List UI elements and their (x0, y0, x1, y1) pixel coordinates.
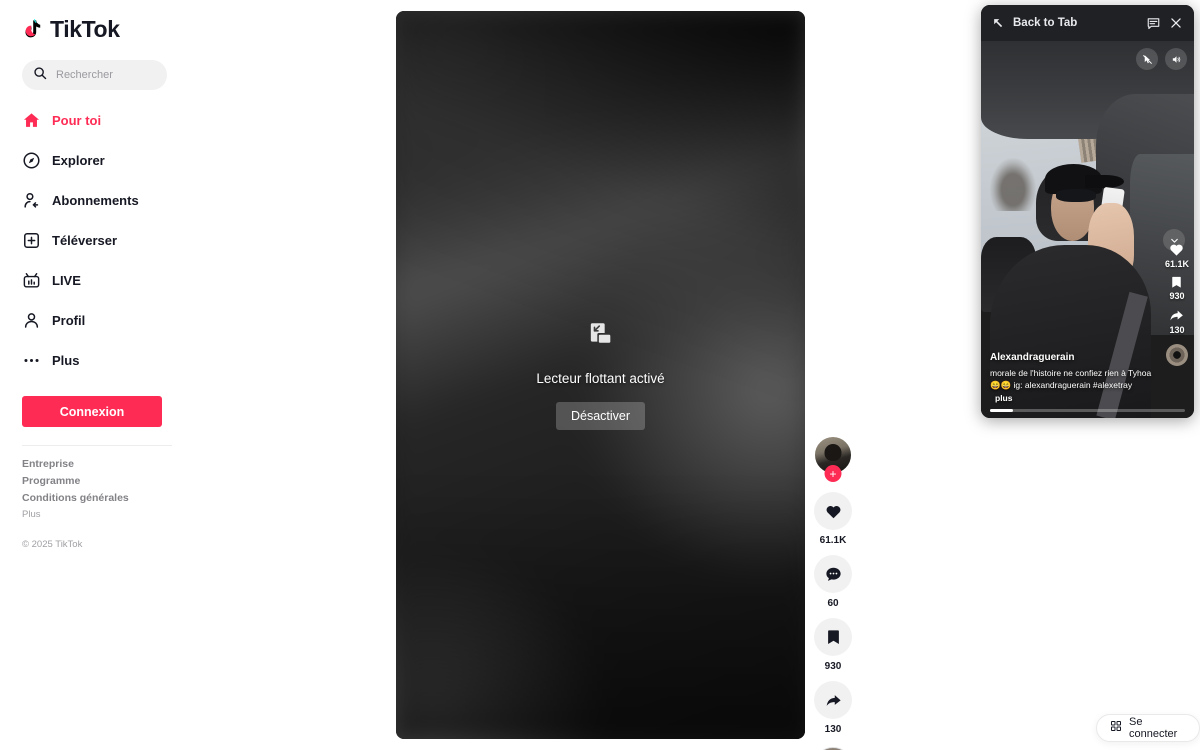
live-icon (22, 271, 41, 290)
pip-share-action[interactable]: 130 (1168, 307, 1185, 335)
pip-favorite-count: 930 (1169, 291, 1185, 301)
login-button[interactable]: Connexion (22, 396, 162, 427)
comment-count: 60 (827, 598, 839, 609)
floating-player-overlay: Lecteur flottant activé Désactiver (396, 11, 805, 739)
pip-caption: Alexandraguerain morale de l'histoire ne… (981, 352, 1194, 404)
sidebar-item-plus[interactable]: Plus (12, 344, 228, 376)
comment-action[interactable]: 60 (814, 555, 852, 609)
picture-in-picture-icon (588, 320, 614, 351)
sidebar-item-label: Plus (52, 352, 80, 368)
pointer-disabled-icon[interactable] (1136, 48, 1158, 70)
pip-share-count: 130 (1169, 325, 1185, 335)
logo-text: TikTok (50, 15, 120, 42)
pip-like-count: 61.1K (1164, 259, 1189, 269)
qr-code-icon (1110, 719, 1122, 737)
sidebar-item-live[interactable]: LIVE (12, 264, 228, 296)
floating-player-message: Lecteur flottant activé (536, 371, 665, 386)
pip-progress-fill (990, 409, 1014, 412)
sidebar-item-label: LIVE (52, 272, 81, 288)
share-action[interactable]: 130 (814, 681, 852, 735)
pip-action-rail: 61.1K 930 130 (1165, 241, 1189, 366)
qr-login-button[interactable]: Se connecter (1096, 714, 1200, 742)
disable-floating-player-button[interactable]: Désactiver (555, 402, 646, 430)
sidebar-item-label: Profil (52, 312, 86, 328)
speaker-icon[interactable] (1165, 48, 1187, 70)
sidebar-item-label: Abonnements (52, 192, 139, 208)
primary-nav: Pour toi Explorer Abonnements Téléverser… (12, 104, 228, 376)
like-action[interactable]: 61.1K (814, 492, 852, 546)
pip-top-controls (1136, 48, 1187, 70)
footer-link-plus[interactable]: Plus (22, 509, 228, 520)
upload-icon (22, 231, 41, 250)
sidebar-item-abonnements[interactable]: Abonnements (12, 184, 228, 216)
comment-icon[interactable] (814, 555, 852, 593)
close-icon[interactable] (1169, 16, 1183, 30)
pip-like-action[interactable]: 61.1K (1165, 241, 1189, 269)
share-icon[interactable] (814, 681, 852, 719)
qr-login-label: Se connecter (1129, 716, 1178, 740)
sidebar-item-label: Téléverser (52, 232, 118, 248)
pip-caption-line2: 😄😄 ig: alexandraguerain #alexetray (990, 380, 1133, 391)
sidebar-item-pour-toi[interactable]: Pour toi (12, 104, 228, 136)
sidebar: TikTok Rechercher Pour toi Explorer Abon… (0, 0, 240, 750)
footer-links: Entreprise Programme Conditions générale… (12, 458, 228, 552)
share-count: 130 (824, 724, 842, 735)
copyright-text: © 2025 TikTok (22, 539, 83, 550)
search-icon (33, 66, 47, 85)
footer-link-entreprise[interactable]: Entreprise (22, 458, 228, 470)
pip-caption-line1: morale de l'histoire ne confiez rien à T… (990, 368, 1152, 379)
pip-caption-line2-wrap: 😄😄 ig: alexandraguerain #alexetray plus (990, 379, 1185, 404)
compass-icon (22, 151, 41, 170)
bookmark-icon[interactable] (814, 618, 852, 656)
sidebar-item-explorer[interactable]: Explorer (12, 144, 228, 176)
pip-caption-more[interactable]: plus (995, 393, 1012, 403)
heart-icon[interactable] (814, 492, 852, 530)
ellipsis-icon (22, 351, 41, 370)
pip-username[interactable]: Alexandraguerain (990, 352, 1185, 363)
tiktok-app: TikTok Rechercher Pour toi Explorer Abon… (0, 0, 1200, 750)
back-to-tab-label[interactable]: Back to Tab (1013, 17, 1138, 29)
sidebar-divider (22, 445, 172, 446)
follow-button[interactable]: + (824, 465, 842, 482)
sidebar-item-profil[interactable]: Profil (12, 304, 228, 336)
footer-link-programme[interactable]: Programme (22, 475, 228, 487)
pip-progress-bar[interactable] (990, 409, 1185, 412)
like-count: 61.1K (819, 535, 847, 546)
favorite-count: 930 (824, 661, 842, 672)
picture-in-picture-window[interactable]: Back to Tab 61.1K 930 130 Alexandraguera… (981, 5, 1194, 418)
back-to-tab-arrow-icon[interactable] (992, 17, 1005, 30)
follow-icon (22, 191, 41, 210)
video-action-rail: + 61.1K 60 930 130 (814, 436, 852, 750)
pip-favorite-action[interactable]: 930 (1169, 275, 1185, 301)
footer-link-conditions[interactable]: Conditions générales (22, 492, 228, 504)
sidebar-item-televerser[interactable]: Téléverser (12, 224, 228, 256)
logo[interactable]: TikTok (12, 0, 228, 58)
pip-header: Back to Tab (981, 5, 1194, 41)
tiktok-note-icon (22, 18, 45, 41)
person-icon (22, 311, 41, 330)
pip-video[interactable]: 61.1K 930 130 Alexandraguerain morale de… (981, 41, 1194, 418)
captions-icon[interactable] (1146, 16, 1161, 31)
sidebar-item-label: Explorer (52, 152, 105, 168)
favorite-action[interactable]: 930 (814, 618, 852, 672)
search-placeholder: Rechercher (56, 69, 113, 81)
author-avatar[interactable]: + (814, 436, 852, 482)
sidebar-item-label: Pour toi (52, 112, 102, 128)
home-icon (22, 111, 41, 130)
search-input[interactable]: Rechercher (22, 60, 167, 90)
video-player[interactable]: Lecteur flottant activé Désactiver (396, 11, 805, 739)
